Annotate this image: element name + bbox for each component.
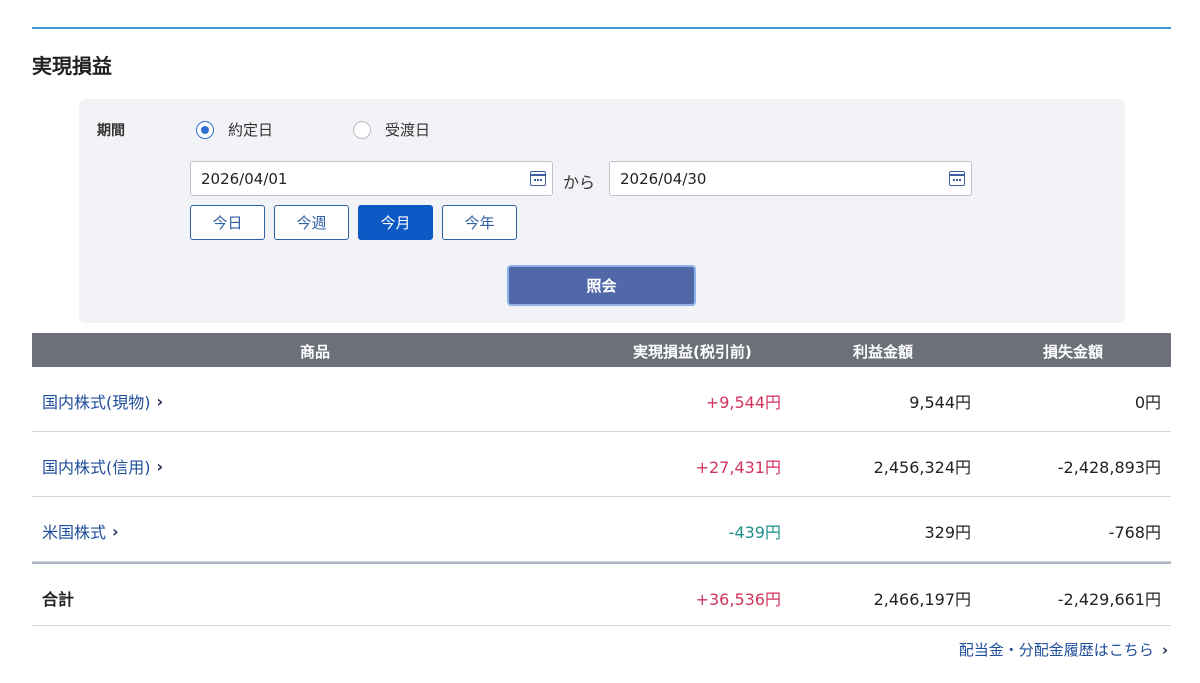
realized-pl-table: 商品 実現損益(税引前) 利益金額 損失金額 国内株式(現物) › +9,544… <box>32 333 1171 626</box>
product-link[interactable]: 国内株式(現物) › <box>42 389 163 413</box>
loss-value: -768円 <box>1108 523 1161 542</box>
filter-panel: 期間 約定日 受渡日 2026/04/01 から 2026/04/30 今日 今… <box>79 99 1125 323</box>
chevron-right-icon[interactable]: › <box>157 457 164 476</box>
product-name[interactable]: 国内株式(現物) <box>42 389 151 413</box>
realized-value: +27,431円 <box>695 458 781 477</box>
this-week-button[interactable]: 今週 <box>274 205 349 240</box>
radio-settle-date-label: 受渡日 <box>385 121 431 139</box>
table-row: 米国株式 › -439円 329円 -768円 <box>32 497 1171 562</box>
dividend-history-label[interactable]: 配当金・分配金履歴はこちら <box>959 639 1154 660</box>
header-profit: 利益金額 <box>853 343 914 361</box>
date-from-value[interactable]: 2026/04/01 <box>201 170 530 188</box>
today-button[interactable]: 今日 <box>190 205 265 240</box>
realized-value: +9,544円 <box>705 393 781 412</box>
radio-trade-date-label: 約定日 <box>228 121 274 139</box>
header-realized: 実現損益(税引前) <box>633 343 752 361</box>
radio-checked-icon[interactable] <box>196 120 214 139</box>
date-to-value[interactable]: 2026/04/30 <box>620 170 949 188</box>
radio-settle-date[interactable]: 受渡日 <box>353 119 430 140</box>
range-separator: から <box>563 173 596 192</box>
total-row: 合計 +36,536円 2,466,197円 -2,429,661円 <box>32 562 1171 626</box>
search-button[interactable]: 照会 <box>507 265 696 306</box>
table-header: 商品 実現損益(税引前) 利益金額 損失金額 <box>32 333 1171 367</box>
total-profit-value: 2,466,197円 <box>873 590 971 609</box>
chevron-right-icon[interactable]: › <box>112 522 119 541</box>
profit-value: 329円 <box>924 523 971 542</box>
chevron-right-icon[interactable]: › <box>1162 641 1168 659</box>
radio-trade-date[interactable]: 約定日 <box>196 119 273 140</box>
calendar-icon[interactable] <box>949 171 965 186</box>
header-loss: 損失金額 <box>1043 343 1104 361</box>
table-row: 国内株式(信用) › +27,431円 2,456,324円 -2,428,89… <box>32 432 1171 497</box>
product-name[interactable]: 米国株式 <box>42 519 106 543</box>
total-loss-value: -2,429,661円 <box>1057 590 1161 609</box>
profit-value: 9,544円 <box>909 393 971 412</box>
total-label: 合計 <box>42 590 75 609</box>
profit-value: 2,456,324円 <box>873 458 971 477</box>
header-product: 商品 <box>300 343 331 361</box>
chevron-right-icon[interactable]: › <box>157 392 164 411</box>
date-from-field[interactable]: 2026/04/01 <box>190 161 553 196</box>
this-year-button[interactable]: 今年 <box>442 205 517 240</box>
realized-value: -439円 <box>728 523 781 542</box>
table-row: 国内株式(現物) › +9,544円 9,544円 0円 <box>32 367 1171 432</box>
top-divider <box>32 27 1171 29</box>
dividend-history-link[interactable]: 配当金・分配金履歴はこちら › <box>959 639 1168 660</box>
page-title: 実現損益 <box>32 54 112 78</box>
date-to-field[interactable]: 2026/04/30 <box>609 161 972 196</box>
this-month-button[interactable]: 今月 <box>358 205 433 240</box>
loss-value: -2,428,893円 <box>1057 458 1161 477</box>
product-link[interactable]: 米国株式 › <box>42 519 119 543</box>
loss-value: 0円 <box>1134 393 1161 412</box>
product-link[interactable]: 国内株式(信用) › <box>42 454 163 478</box>
calendar-icon[interactable] <box>530 171 546 186</box>
radio-unchecked-icon[interactable] <box>353 120 371 139</box>
total-realized-value: +36,536円 <box>695 590 781 609</box>
period-label: 期間 <box>97 123 125 139</box>
product-name[interactable]: 国内株式(信用) <box>42 454 151 478</box>
